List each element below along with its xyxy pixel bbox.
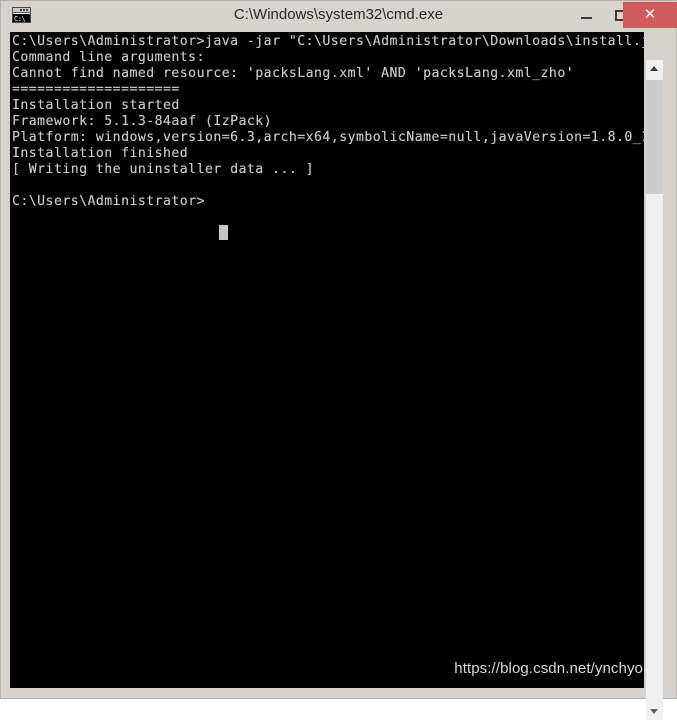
scroll-up-button[interactable] (646, 60, 663, 77)
close-icon: ✕ (643, 6, 657, 23)
vertical-scrollbar[interactable] (646, 60, 663, 720)
console-client-area: C:\Users\Administrator>java -jar "C:\Use… (1, 28, 676, 720)
cmd-window: C:\ C:\Windows\system32\cmd.exe ✕ C:\Use… (0, 0, 677, 720)
console-output-area[interactable]: C:\Users\Administrator>java -jar "C:\Use… (10, 32, 644, 688)
title-bar[interactable]: C:\ C:\Windows\system32\cmd.exe ✕ (1, 1, 677, 28)
chevron-up-icon (650, 66, 658, 71)
scroll-down-button[interactable] (646, 703, 663, 720)
minimize-icon (581, 17, 592, 19)
text-cursor (219, 225, 228, 240)
minimize-button[interactable] (571, 2, 601, 28)
watermark-text: https://blog.csdn.net/ynchyo (454, 660, 643, 677)
close-button[interactable]: ✕ (623, 2, 677, 28)
chevron-down-icon (650, 709, 658, 714)
scrollbar-thumb[interactable] (646, 80, 663, 194)
console-text: C:\Users\Administrator>java -jar "C:\Use… (12, 34, 644, 209)
